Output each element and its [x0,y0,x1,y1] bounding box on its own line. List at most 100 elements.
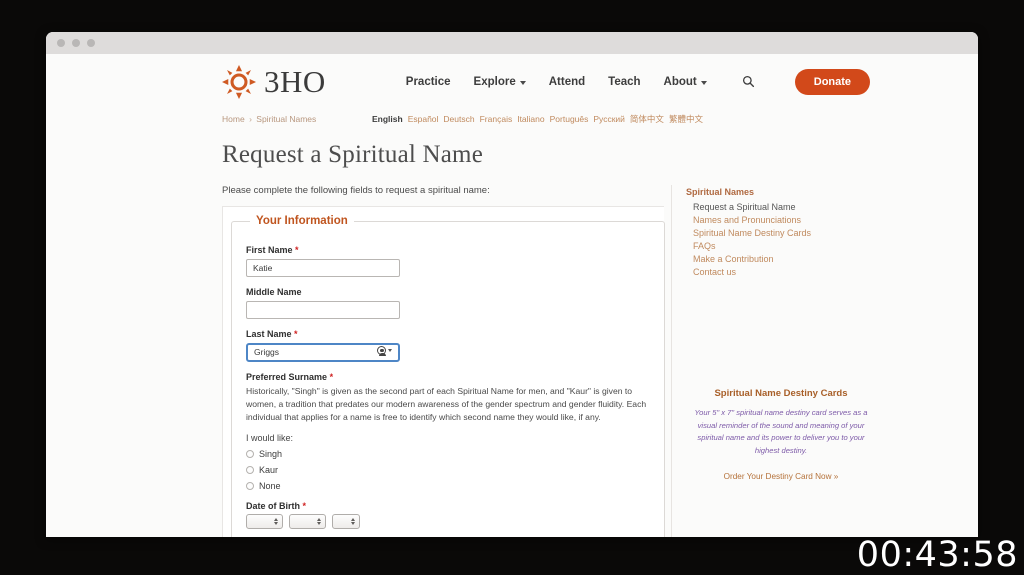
chevron-down-icon [700,80,707,85]
first-name-input-wrap [246,258,400,277]
sidebar-heading: Spiritual Names [686,187,755,197]
dob-day-select[interactable] [332,513,360,529]
promo-cta-link[interactable]: Order Your Destiny Card Now » [724,472,839,481]
main-navigation: Practice Explore Attend Teach About Dona… [406,68,871,95]
required-asterisk: * [329,371,334,382]
date-of-birth-label: Date of Birth * [246,501,650,511]
nav-label: Explore [473,75,516,88]
lang-deutsch[interactable]: Deutsch [443,114,474,124]
sidebar: Spiritual Names Request a Spiritual Name… [671,185,876,537]
breadcrumb-separator: › [249,114,252,124]
lang-espanol[interactable]: Español [408,114,439,124]
search-icon[interactable] [740,73,758,91]
radio-circle-icon [246,465,254,474]
window-minimize-dot[interactable] [72,39,80,47]
sidebar-item-contact-us[interactable]: Contact us [686,265,876,278]
lang-portugues[interactable]: Português [550,114,589,124]
nav-item-practice[interactable]: Practice [406,76,451,88]
site-header: 3HO Practice Explore Attend Teach About … [46,54,978,109]
sun-icon [222,64,256,99]
page-title: Request a Spiritual Name [222,141,483,168]
radio-circle-icon [246,449,254,458]
middle-name-input[interactable] [246,301,400,319]
required-asterisk: * [294,329,298,339]
radio-label: None [259,480,281,491]
chevron-down-icon [519,80,526,85]
stepper-arrows-icon [351,517,355,525]
first-name-input[interactable] [246,259,400,277]
radio-option-singh[interactable]: Singh [246,449,650,459]
radio-option-kaur[interactable]: Kaur [246,465,650,475]
intro-text: Please complete the following fields to … [222,185,490,196]
nav-item-teach[interactable]: Teach [608,76,640,88]
required-asterisk: * [302,500,307,511]
preferred-surname-label-text: Preferred Surname [246,371,328,382]
preferred-surname-prompt: I would like: [246,432,294,443]
your-information-fieldset: Your Information First Name * Middle Nam… [231,215,665,537]
brand-name: 3HO [264,64,326,99]
content-body: Please complete the following fields to … [46,185,978,537]
lang-traditional-chinese[interactable]: 繁體中文 [669,113,703,125]
site-logo[interactable]: 3HO [222,64,326,99]
date-of-birth-label-text: Date of Birth [246,500,300,511]
browser-titlebar [46,32,978,54]
chevron-down-icon [388,349,392,352]
breadcrumb-home[interactable]: Home [222,114,245,124]
stepper-arrows-icon [317,517,321,525]
utility-row: Home › Spiritual Names English Español D… [46,109,978,131]
dob-year-select[interactable] [246,513,283,529]
middle-name-label: Middle Name [246,287,650,297]
breadcrumb: Home › Spiritual Names [222,114,372,124]
sidebar-item-make-a-contribution[interactable]: Make a Contribution [686,252,876,265]
lang-francais[interactable]: Français [480,114,513,124]
radio-circle-icon [246,481,254,490]
lang-simplified-chinese[interactable]: 简体中文 [630,113,664,125]
nav-label: Attend [548,75,586,88]
lang-english[interactable]: English [372,114,403,124]
person-autofill-icon[interactable] [377,346,392,356]
middle-name-input-wrap [246,300,400,319]
stepper-arrows-icon [274,517,278,525]
nav-label: Teach [608,75,641,88]
first-name-label-text: First Name [246,245,293,255]
nav-item-about[interactable]: About [664,76,707,88]
last-name-label-text: Last Name [246,329,292,339]
radio-label: Singh [259,448,283,459]
promo-title: Spiritual Name Destiny Cards [714,388,848,399]
destiny-cards-promo: Spiritual Name Destiny Cards Your 5" x 7… [686,388,876,484]
radio-label: Kaur [259,464,279,475]
last-name-label: Last Name * [246,329,650,339]
required-asterisk: * [295,245,299,255]
recording-timer: 00:43:58 [856,535,1018,575]
last-name-input-wrap [246,342,400,362]
main-column: Please complete the following fields to … [222,185,665,537]
sidebar-item-spiritual-name-destiny-cards[interactable]: Spiritual Name Destiny Cards [686,226,876,239]
date-of-birth-selects [246,513,650,529]
donate-button[interactable]: Donate [794,68,871,95]
request-form-panel: Your Information First Name * Middle Nam… [222,206,665,537]
first-name-label: First Name * [246,245,650,255]
sidebar-item-names-and-pronunciations[interactable]: Names and Pronunciations [686,213,876,226]
preferred-surname-help: Historically, "Singh" is given as the se… [246,385,647,422]
nav-item-explore[interactable]: Explore [474,76,526,88]
preferred-surname-label: Preferred Surname * [246,372,650,382]
language-switcher: English Español Deutsch Français Italian… [372,113,703,125]
promo-body: Your 5" x 7" spiritual name destiny card… [694,408,868,455]
radio-option-none[interactable]: None [246,481,650,491]
web-page: 3HO Practice Explore Attend Teach About … [46,54,978,537]
lang-russian[interactable]: Русский [593,114,625,124]
middle-name-label-text: Middle Name [246,287,302,297]
screen: 3HO Practice Explore Attend Teach About … [0,0,1024,575]
fieldset-legend: Your Information [256,215,348,227]
person-icon [377,346,386,356]
sidebar-item-request-a-spiritual-name[interactable]: Request a Spiritual Name [686,200,876,213]
nav-item-attend[interactable]: Attend [549,76,585,88]
nav-label: About [663,75,697,88]
sidebar-item-faqs[interactable]: FAQs [686,239,876,252]
dob-month-select[interactable] [289,513,326,529]
window-close-dot[interactable] [57,39,65,47]
lang-italiano[interactable]: Italiano [517,114,544,124]
breadcrumb-current: Spiritual Names [256,114,317,124]
nav-label: Practice [405,75,451,88]
window-maximize-dot[interactable] [87,39,95,47]
